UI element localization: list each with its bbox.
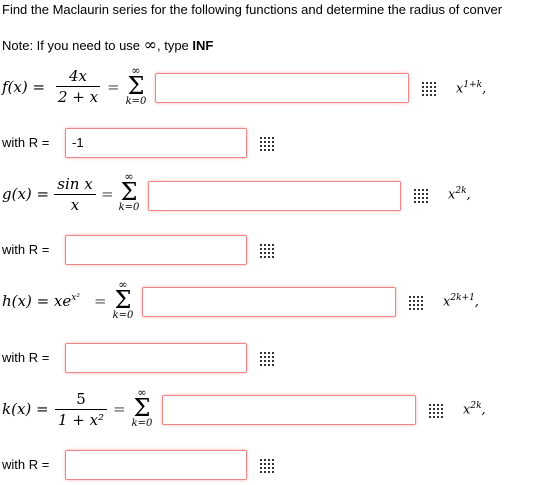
f-series-input[interactable] bbox=[155, 73, 409, 103]
h-term-suffix: x2k+1, bbox=[443, 293, 479, 310]
sum-lower: k=0 bbox=[112, 310, 134, 321]
grid-palette-icon[interactable] bbox=[408, 295, 424, 311]
k-series-field[interactable] bbox=[169, 396, 409, 423]
equals-sign: = bbox=[101, 185, 114, 203]
f-summation: ∞ Σ k=0 bbox=[124, 65, 148, 108]
f-fraction: 4x 2 + x bbox=[56, 67, 100, 106]
grid-palette-icon[interactable] bbox=[259, 243, 275, 259]
g-series-field[interactable] bbox=[155, 182, 394, 209]
k-fraction: 5 1 + x² bbox=[55, 390, 107, 429]
f-radius-field[interactable] bbox=[72, 129, 240, 156]
equals-sign: = bbox=[107, 78, 120, 96]
sigma-symbol: Σ bbox=[120, 178, 138, 206]
equals-sign: = bbox=[94, 292, 107, 310]
h-exponent: x² bbox=[71, 293, 80, 303]
f-radius-input[interactable] bbox=[65, 128, 247, 158]
k-term-suffix: x2k, bbox=[463, 401, 486, 418]
note-text: Note: If you need to use ∞, type INF bbox=[2, 35, 213, 54]
g-series-input[interactable] bbox=[148, 181, 401, 211]
infinity-symbol: ∞ bbox=[143, 35, 157, 54]
g-denominator: x bbox=[70, 196, 80, 214]
instruction-text: Find the Maclaurin series for the follow… bbox=[2, 2, 503, 17]
k-series-input[interactable] bbox=[162, 395, 416, 425]
g-radius-input[interactable] bbox=[65, 235, 247, 265]
k-radius-input[interactable] bbox=[65, 450, 247, 480]
f-series-field[interactable] bbox=[162, 74, 402, 101]
grid-palette-icon[interactable] bbox=[428, 403, 444, 419]
g-radius-field[interactable] bbox=[72, 236, 240, 263]
g-numerator: sin x bbox=[57, 175, 93, 193]
h-radius-input[interactable] bbox=[65, 343, 247, 373]
f-numerator: 4x bbox=[68, 67, 87, 85]
grid-palette-icon[interactable] bbox=[259, 458, 275, 474]
grid-palette-icon[interactable] bbox=[421, 81, 437, 97]
k-summation: ∞ Σ k=0 bbox=[130, 387, 154, 430]
g-function-label: g(x) = bbox=[2, 185, 50, 203]
note-middle: , type bbox=[156, 38, 193, 53]
sum-lower: k=0 bbox=[131, 418, 153, 429]
g-radius-label: with R = bbox=[2, 242, 50, 257]
fraction-bar bbox=[55, 409, 107, 410]
sum-lower: k=0 bbox=[125, 96, 147, 107]
h-radius-label: with R = bbox=[2, 350, 50, 365]
g-term-suffix: x2k, bbox=[448, 186, 471, 203]
k-numerator: 5 bbox=[76, 390, 86, 408]
h-series-input[interactable] bbox=[142, 287, 396, 317]
note-prefix: Note: If you need to use bbox=[2, 38, 144, 53]
h-series-field[interactable] bbox=[149, 288, 389, 315]
h-radius-field[interactable] bbox=[72, 344, 240, 371]
g-fraction: sin x x bbox=[54, 175, 96, 214]
k-denominator: 1 + x² bbox=[57, 411, 105, 429]
h-summation: ∞ Σ k=0 bbox=[111, 279, 135, 322]
k-radius-field[interactable] bbox=[72, 451, 240, 478]
fraction-bar bbox=[56, 86, 100, 87]
f-radius-label: with R = bbox=[2, 135, 50, 150]
grid-palette-icon[interactable] bbox=[413, 188, 429, 204]
sum-lower: k=0 bbox=[118, 202, 140, 213]
f-denominator: 2 + x bbox=[57, 88, 99, 106]
h-function-label: h(x) = xex² bbox=[2, 292, 80, 310]
g-summation: ∞ Σ k=0 bbox=[117, 171, 141, 214]
grid-palette-icon[interactable] bbox=[259, 351, 275, 367]
fraction-bar bbox=[54, 194, 96, 195]
k-function-label: k(x) = bbox=[2, 400, 49, 418]
k-radius-label: with R = bbox=[2, 457, 50, 472]
f-function-label: f(x) = bbox=[2, 78, 46, 96]
f-term-suffix: x1+k, bbox=[456, 80, 487, 97]
sigma-symbol: Σ bbox=[114, 286, 132, 314]
grid-palette-icon[interactable] bbox=[259, 136, 275, 152]
sigma-symbol: Σ bbox=[127, 72, 145, 100]
note-keyword: INF bbox=[192, 38, 214, 53]
sigma-symbol: Σ bbox=[133, 394, 151, 422]
equals-sign: = bbox=[113, 400, 126, 418]
